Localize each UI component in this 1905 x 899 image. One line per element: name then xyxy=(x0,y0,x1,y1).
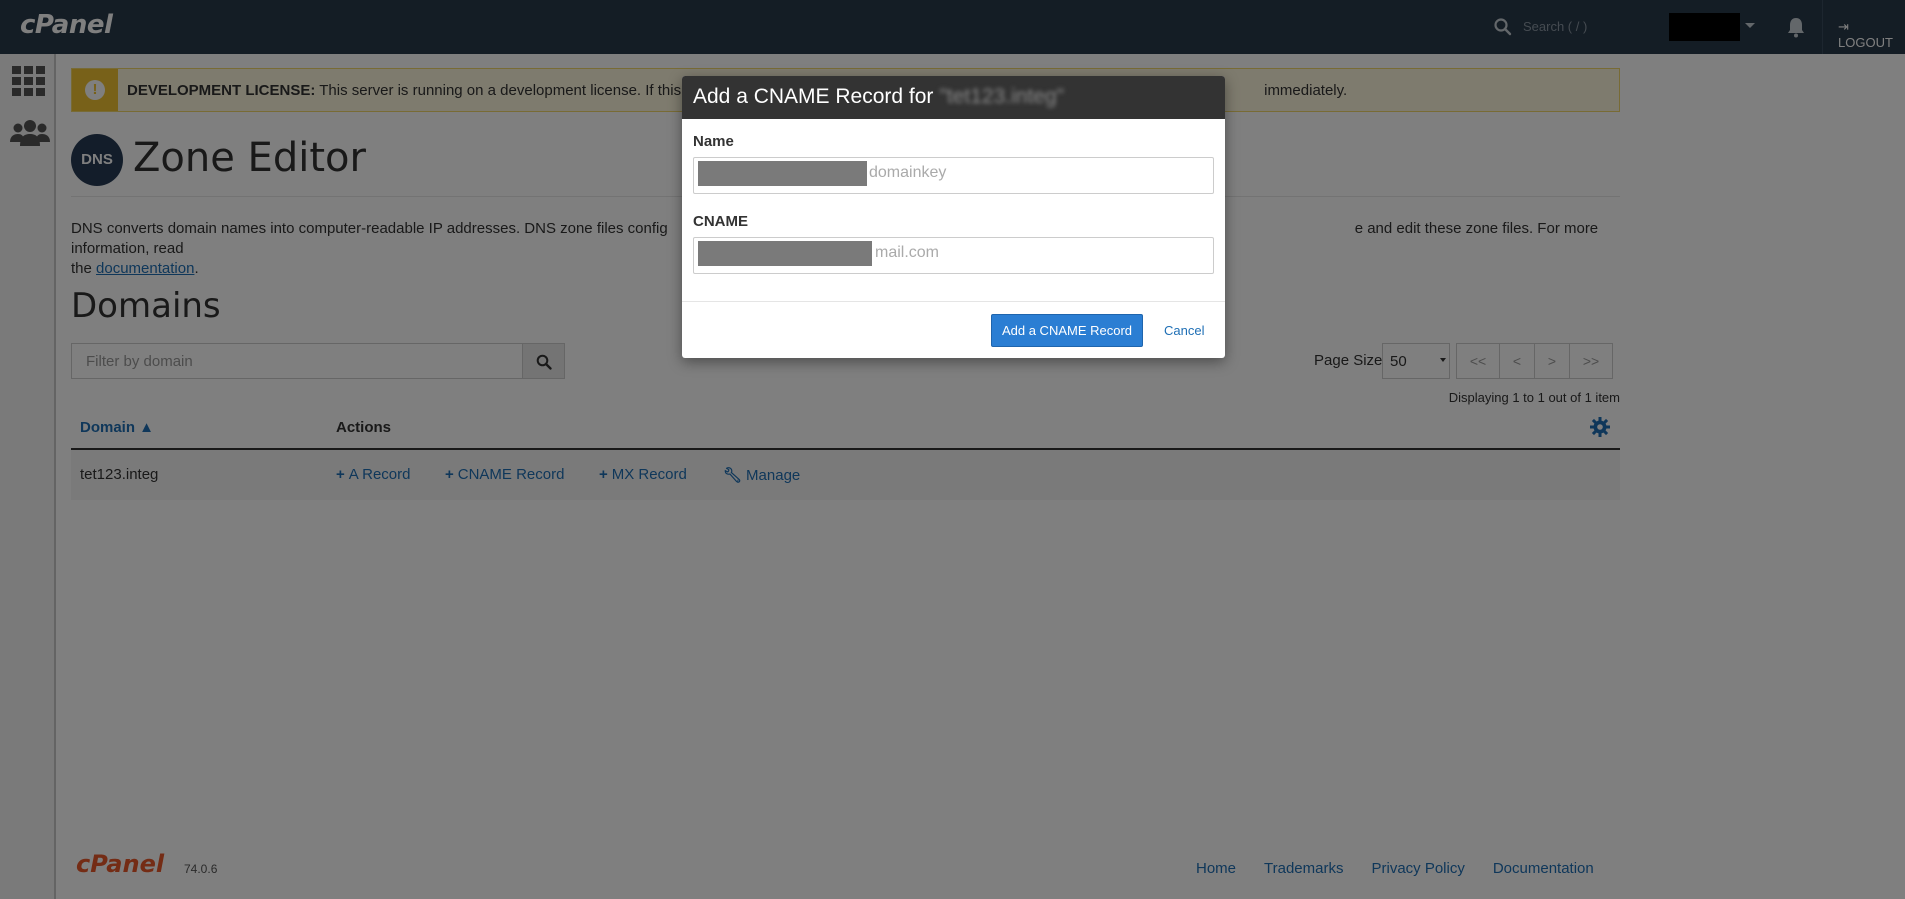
name-input[interactable]: domainkey xyxy=(693,157,1214,194)
modal-footer-divider xyxy=(682,301,1225,302)
name-placeholder-suffix: domainkey xyxy=(869,164,947,181)
redacted-value xyxy=(698,161,867,186)
name-field-label: Name xyxy=(693,133,734,150)
add-cname-modal: Add a CNAME Record for "tet123.integ" Nam… xyxy=(682,76,1225,358)
cname-input[interactable]: mail.com xyxy=(693,237,1214,274)
cancel-button[interactable]: Cancel xyxy=(1164,323,1204,338)
cname-placeholder-suffix: mail.com xyxy=(875,244,940,261)
redacted-value xyxy=(698,241,872,266)
add-cname-record-button[interactable]: Add a CNAME Record xyxy=(991,314,1143,347)
modal-header: Add a CNAME Record for "tet123.integ" xyxy=(682,76,1225,119)
modal-title-text: Add a CNAME Record for xyxy=(693,85,934,108)
modal-title-domain: "tet123.integ" xyxy=(939,85,1065,108)
cname-field-label: CNAME xyxy=(693,213,748,230)
modal-title: Add a CNAME Record for "tet123.integ" xyxy=(693,85,1064,109)
